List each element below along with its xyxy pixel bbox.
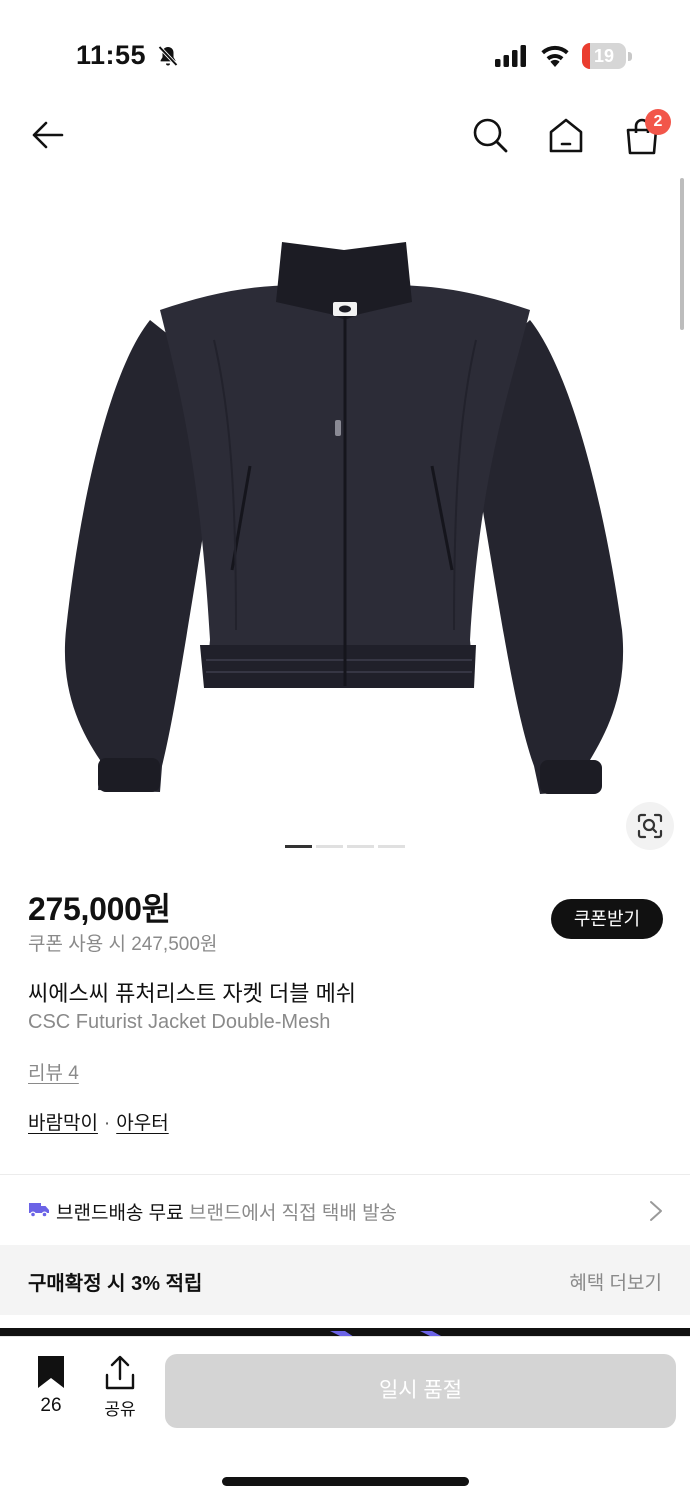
gallery-dot[interactable] [347, 845, 374, 848]
shipping-description: 브랜드에서 직접 택배 발송 [188, 1203, 398, 1224]
share-label: 공유 [104, 1400, 136, 1419]
shipping-label: 브랜드배송 무료 [56, 1203, 184, 1224]
gallery-dot[interactable] [285, 845, 312, 848]
category-breadcrumb: 바람막이 · 아우터 [28, 1108, 169, 1135]
bookmark-button[interactable]: 26 [28, 1355, 74, 1425]
share-button[interactable]: 공유 [98, 1355, 142, 1425]
category-link-outer[interactable]: 아우터 [116, 1113, 168, 1134]
bell-slash-icon [158, 45, 178, 67]
top-navigation: 2 [0, 100, 690, 170]
home-indicator [222, 1477, 469, 1486]
gallery-dot[interactable] [316, 845, 343, 848]
coupon-button[interactable]: 쿠폰받기 [551, 899, 663, 939]
battery-level: 19 [593, 46, 615, 66]
gallery-dot[interactable] [378, 845, 405, 848]
wifi-icon [541, 45, 569, 67]
product-price: 275,000원 [28, 891, 171, 927]
product-image[interactable] [0, 170, 690, 870]
coupon-price: 쿠폰 사용 시 247,500원 [28, 934, 218, 955]
chevron-right-icon [650, 1201, 662, 1221]
product-name-korean: 씨에스씨 퓨처리스트 자켓 더블 메쉬 [28, 981, 357, 1006]
benefit-text: 구매확정 시 3% 적립 [28, 1273, 203, 1295]
image-search-icon [637, 813, 663, 839]
signal-icon [495, 45, 526, 67]
scroll-indicator [680, 178, 684, 330]
sold-out-button[interactable]: 일시 품절 [165, 1354, 676, 1428]
review-link[interactable]: 리뷰 4 [28, 1058, 79, 1085]
category-link-windbreaker[interactable]: 바람막이 [28, 1113, 98, 1134]
share-icon [105, 1355, 135, 1390]
image-search-button[interactable] [626, 802, 674, 850]
battery-cap [628, 52, 632, 61]
search-icon[interactable] [470, 115, 510, 155]
truck-icon [29, 1203, 49, 1218]
gallery-pagination [285, 845, 405, 849]
home-icon[interactable] [546, 115, 586, 155]
battery-body: 19 [582, 43, 626, 69]
shipping-info-row[interactable]: 브랜드배송 무료 브랜드에서 직접 택배 발송 [0, 1175, 690, 1245]
benefit-row[interactable]: 구매확정 시 3% 적립 혜택 더보기 [0, 1245, 690, 1315]
back-arrow-icon[interactable] [28, 115, 68, 155]
status-time: 11:55 [76, 40, 147, 70]
benefit-more-link[interactable]: 혜택 더보기 [569, 1268, 662, 1295]
cart-button[interactable]: 2 [620, 109, 676, 160]
battery-icon: 19 [582, 43, 632, 69]
status-bar: 11:55 19 [0, 0, 690, 100]
product-name-english: CSC Futurist Jacket Double-Mesh [28, 1011, 331, 1033]
category-separator: · [103, 1113, 111, 1134]
bookmark-icon [38, 1356, 64, 1388]
bookmark-count: 26 [40, 1395, 62, 1416]
shipping-text: 브랜드배송 무료 브랜드에서 직접 택배 발송 [56, 1198, 397, 1225]
cart-count-badge: 2 [645, 109, 671, 135]
bottom-action-bar: 26 공유 일시 품절 [0, 1336, 690, 1500]
